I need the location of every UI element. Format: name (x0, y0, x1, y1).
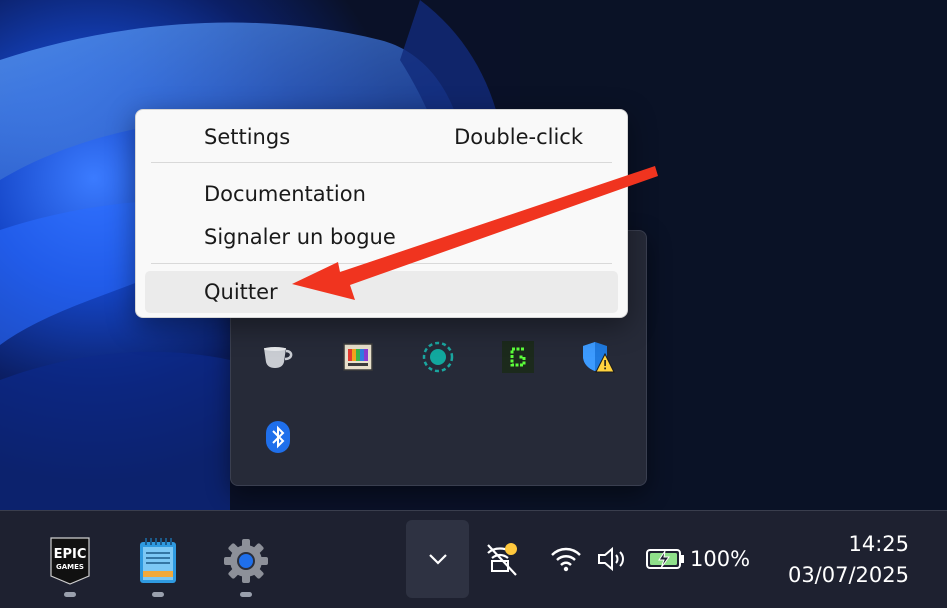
epic-logo-line2: GAMES (56, 563, 84, 571)
settings-gear-icon (224, 539, 268, 583)
taskbar-app-epic-games[interactable]: EPIC GAMES (40, 531, 100, 597)
clock[interactable]: 14:25 03/07/2025 (788, 529, 909, 591)
bluetooth-icon[interactable] (260, 419, 296, 455)
tray-context-menu: Settings Double-click Documentation Sign… (135, 109, 628, 318)
network-issue-icon[interactable] (484, 539, 520, 579)
epic-games-icon: EPIC GAMES (50, 537, 90, 585)
wifi-icon[interactable] (550, 539, 582, 579)
menu-item-label: Signaler un bogue (204, 225, 396, 249)
menu-item-label: Settings (204, 125, 291, 149)
epic-logo-line1: EPIC (54, 547, 87, 562)
color-palette-app-icon[interactable] (340, 339, 376, 375)
menu-item-quit[interactable]: Quitter (145, 271, 618, 313)
green-g-app-icon[interactable] (500, 339, 536, 375)
battery-status[interactable]: 100% (646, 539, 750, 579)
battery-charging-icon (646, 549, 684, 569)
circle-sync-icon[interactable] (420, 339, 456, 375)
running-indicator (240, 592, 252, 597)
menu-item-label: Documentation (204, 182, 366, 206)
running-indicator (64, 592, 76, 597)
menu-item-report-bug[interactable]: Signaler un bogue (145, 216, 618, 258)
running-indicator (152, 592, 164, 597)
clock-time: 14:25 (848, 532, 909, 556)
menu-item-documentation[interactable]: Documentation (145, 173, 618, 215)
taskbar: EPIC GAMES 100% 14:25 03/07/2025 (0, 510, 947, 608)
clock-date: 03/07/2025 (787, 563, 909, 587)
menu-separator (151, 263, 612, 264)
menu-item-label: Quitter (204, 280, 278, 304)
menu-item-settings[interactable]: Settings Double-click (145, 116, 618, 158)
taskbar-app-notepad[interactable] (128, 531, 188, 597)
notepad-icon (140, 538, 176, 583)
windows-security-warning-icon[interactable] (580, 339, 616, 375)
show-hidden-icons-button[interactable] (406, 520, 469, 598)
menu-item-shortcut: Double-click (454, 125, 583, 149)
chevron-down-icon (428, 554, 447, 565)
coffee-cup-icon[interactable] (260, 339, 296, 375)
volume-icon[interactable] (596, 539, 628, 579)
taskbar-app-settings[interactable] (216, 531, 276, 597)
menu-separator (151, 162, 612, 163)
battery-percentage: 100% (690, 547, 751, 571)
